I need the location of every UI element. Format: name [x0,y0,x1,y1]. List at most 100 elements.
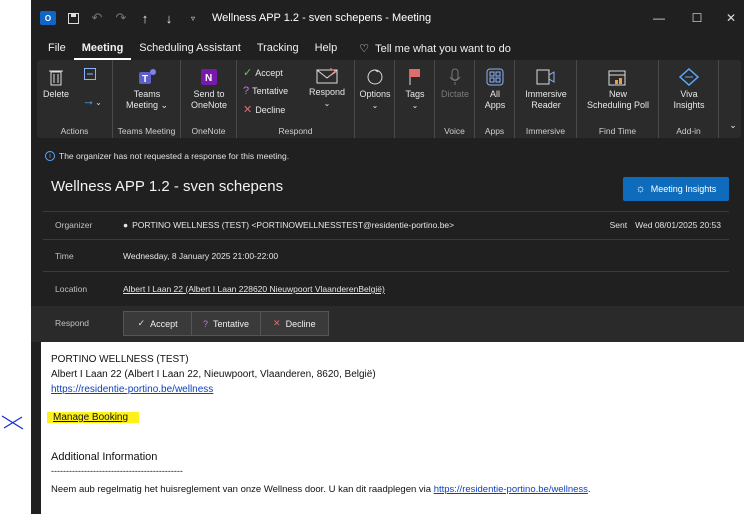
group-label-respond: Respond [278,126,313,136]
x-icon: ✕ [273,318,281,328]
outlook-app-icon: O [40,11,56,25]
ribbon-tentative-label: Tentative [252,86,289,96]
immersive-label-2: Reader [531,100,561,110]
new-scheduling-poll-button[interactable]: New Scheduling Poll [579,68,657,111]
manage-booking-link[interactable]: Manage Booking [53,412,128,423]
decline-label: Decline [285,318,316,329]
customize-toolbar-icon[interactable]: ▿ [186,11,200,25]
ribbon-group-immersive: Immersive Reader Immersive [515,60,577,138]
all-apps-button[interactable]: All Apps [477,68,513,111]
teams-label-1: Teams [133,89,161,99]
time-value: Wednesday, 8 January 2025 21:00-22:00 [123,251,279,261]
teams-icon: T [139,69,156,85]
undo-icon[interactable]: ↶ [90,10,104,25]
ribbon-accept-label: Accept [255,67,283,78]
respond-label: Respond [55,318,90,328]
group-label-addin: Add-in [676,126,701,136]
ribbon-group-tags: Tags ⌄ [395,60,435,138]
divider [43,239,729,240]
teams-label-2: Meeting ⌄ [125,100,169,110]
respond-button[interactable]: Respond ⌄ [303,68,351,109]
meeting-insights-button[interactable]: ☼ Meeting Insights [623,177,729,201]
menu-file[interactable]: File [31,36,74,60]
accept-label: Accept [150,318,178,329]
next-item-icon[interactable]: ↓ [162,11,176,26]
lightbulb-icon: ♡ [359,43,370,55]
menu-scheduling-assistant[interactable]: Scheduling Assistant [131,36,249,60]
redo-icon[interactable]: ↷ [114,10,128,25]
message-body: PORTINO WELLNESS (TEST) Albert I Laan 22… [41,342,744,514]
trash-icon [49,70,63,86]
ribbon-group-respond: ✓ Accept ? Tentative ✕ Decline Respond ⌄ Res… [237,60,355,138]
flag-icon [409,69,420,85]
viva-insights-icon [678,68,700,86]
close-button[interactable]: ✕ [711,0,744,36]
previous-item-icon[interactable]: ↑ [138,11,152,26]
viva-insights-button[interactable]: Viva Insights [665,68,713,111]
save-icon[interactable] [66,11,80,25]
ribbon-group-teams: T Teams Meeting ⌄ Teams Meeting [113,60,181,138]
immersive-reader-icon [536,69,555,85]
menu-help[interactable]: Help [307,36,346,60]
notice-link[interactable]: https://residentie-portino.be/wellness [434,484,588,495]
tentative-label: Tentative [212,318,250,329]
body-address: Albert I Laan 22 (Albert I Laan 22, Nieu… [51,369,376,380]
notice-text: Neem aub regelmatig het huisreglement va… [51,484,434,495]
info-icon: i [45,151,55,161]
tell-me-search[interactable]: ♡ Tell me what you want to do [351,36,519,60]
additional-info-heading: Additional Information [51,451,158,463]
location-label: Location [55,284,88,294]
notice-end: . [587,484,591,495]
teams-meeting-button[interactable]: T Teams Meeting ⌄ [117,68,177,111]
body-notice: Neem aub regelmatig het huisreglement va… [51,484,591,495]
menu-tracking[interactable]: Tracking [249,36,307,60]
ribbon-group-findtime: New Scheduling Poll Find Time [577,60,659,138]
check-icon: ✓ [243,67,253,79]
viva-label-2: Insights [673,100,705,110]
ribbon-tentative-button[interactable]: ? Tentative [243,85,288,97]
x-mark-icon [1,415,24,430]
manage-booking-highlight: Manage Booking [47,412,140,423]
ribbon-group-voice: Dictate Voice [435,60,475,138]
tags-button[interactable]: Tags ⌄ [397,68,433,111]
group-label-findtime: Find Time [598,126,637,136]
ribbon-group-apps: All Apps Apps [475,60,515,138]
tags-label: Tags [405,89,425,99]
immersive-reader-button[interactable]: Immersive Reader [519,68,573,111]
group-label-immersive: Immersive [525,126,566,136]
respond-bar: Respond ✓ Accept ? Tentative ✕ Decline [31,306,744,342]
tell-me-text: Tell me what you want to do [375,43,511,55]
envelope-icon [316,68,338,84]
options-button[interactable]: Options ⌄ [357,68,393,111]
accept-button[interactable]: ✓ Accept [124,312,193,335]
menu-meeting[interactable]: Meeting [73,36,132,60]
menu-bar: File Meeting Scheduling Assistant Tracki… [31,36,744,60]
dictate-button[interactable]: Dictate [437,68,473,100]
time-label: Time [55,251,74,261]
ribbon-expand-chevron-icon[interactable]: ⌄ [727,120,739,131]
location-link[interactable]: Albert I Laan 22 (Albert I Laan 228620 N… [123,284,385,294]
viva-label-1: Viva [680,89,698,99]
sent-value: Wed 08/01/2025 20:53 [635,220,721,230]
ribbon-group-addin: Viva Insights Add-in [659,60,719,138]
body-wellness-link[interactable]: https://residentie-portino.be/wellness [51,384,213,395]
minimize-button[interactable]: — [639,0,679,36]
decline-button[interactable]: ✕ Decline [261,312,328,335]
copy-to-folder-icon[interactable] [79,68,101,83]
organizer-label: Organizer [55,220,93,230]
tentative-button[interactable]: ? Tentative [192,312,261,335]
delete-button[interactable]: Delete [43,68,69,100]
body-org-name: PORTINO WELLNESS (TEST) [51,354,189,365]
send-to-onenote-button[interactable]: N Send to OneNote [184,68,234,111]
group-label-actions: Actions [60,126,89,136]
dashed-separator: ----------------------------------------… [51,466,183,476]
move-arrow-icon[interactable]: →⌄ [79,94,105,108]
info-message: The organizer has not requested a respon… [59,151,290,161]
ribbon-decline-button[interactable]: ✕ Decline [243,103,285,116]
sent-label: Sent [609,220,628,230]
organizer-value[interactable]: ● PORTINO WELLNESS (TEST) <PORTINOWELLNES… [123,220,454,230]
ribbon-accept-button[interactable]: ✓ Accept [243,66,283,79]
all-apps-label-1: All [489,89,500,99]
delete-label: Delete [43,89,70,99]
group-label-teams: Teams Meeting [117,126,176,136]
